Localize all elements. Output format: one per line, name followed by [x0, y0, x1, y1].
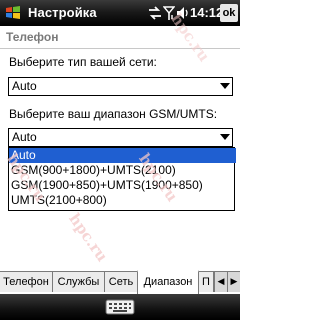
network-type-select[interactable]: Auto: [8, 77, 233, 96]
page-title: Телефон: [6, 30, 59, 44]
band-value: Auto: [12, 130, 37, 144]
tab-network[interactable]: Сеть: [105, 272, 138, 292]
tab-scroll-right-icon[interactable]: ▶: [227, 272, 240, 292]
band-label: Выберите ваш диапазон GSM/UMTS:: [9, 107, 218, 121]
chevron-down-icon[interactable]: [220, 134, 230, 140]
window-title: Настройка: [28, 5, 97, 20]
watermark: hpc.ru: [65, 210, 112, 266]
band-option-0[interactable]: Auto: [9, 148, 236, 163]
ok-button[interactable]: ok: [220, 4, 238, 22]
tab-more[interactable]: П: [199, 272, 214, 292]
tab-scroll-left-icon[interactable]: ◀: [214, 272, 227, 292]
clock[interactable]: 14:12: [190, 5, 223, 20]
band-select[interactable]: Auto: [8, 128, 233, 147]
chevron-down-icon[interactable]: [220, 83, 230, 89]
network-type-label: Выберите тип вашей сети:: [9, 55, 157, 69]
tab-services[interactable]: Службы: [53, 272, 105, 292]
tab-strip: Телефон Службы Сеть Диапазон П ◀ ▶: [0, 270, 240, 295]
title-bar: Настройка 14:12 ok: [0, 0, 240, 26]
band-option-1[interactable]: GSM(900+1800)+UMTS(2100): [9, 163, 236, 178]
keyboard-icon[interactable]: [105, 298, 135, 316]
softkey-bar: [0, 294, 240, 320]
band-dropdown-list: Auto GSM(900+1800)+UMTS(2100) GSM(1900+8…: [8, 147, 236, 211]
network-type-value: Auto: [12, 79, 37, 93]
windows-start-icon[interactable]: [4, 4, 22, 22]
sync-icon[interactable]: [148, 5, 162, 21]
tab-phone[interactable]: Телефон: [0, 272, 53, 292]
tab-band[interactable]: Диапазон: [137, 270, 199, 295]
